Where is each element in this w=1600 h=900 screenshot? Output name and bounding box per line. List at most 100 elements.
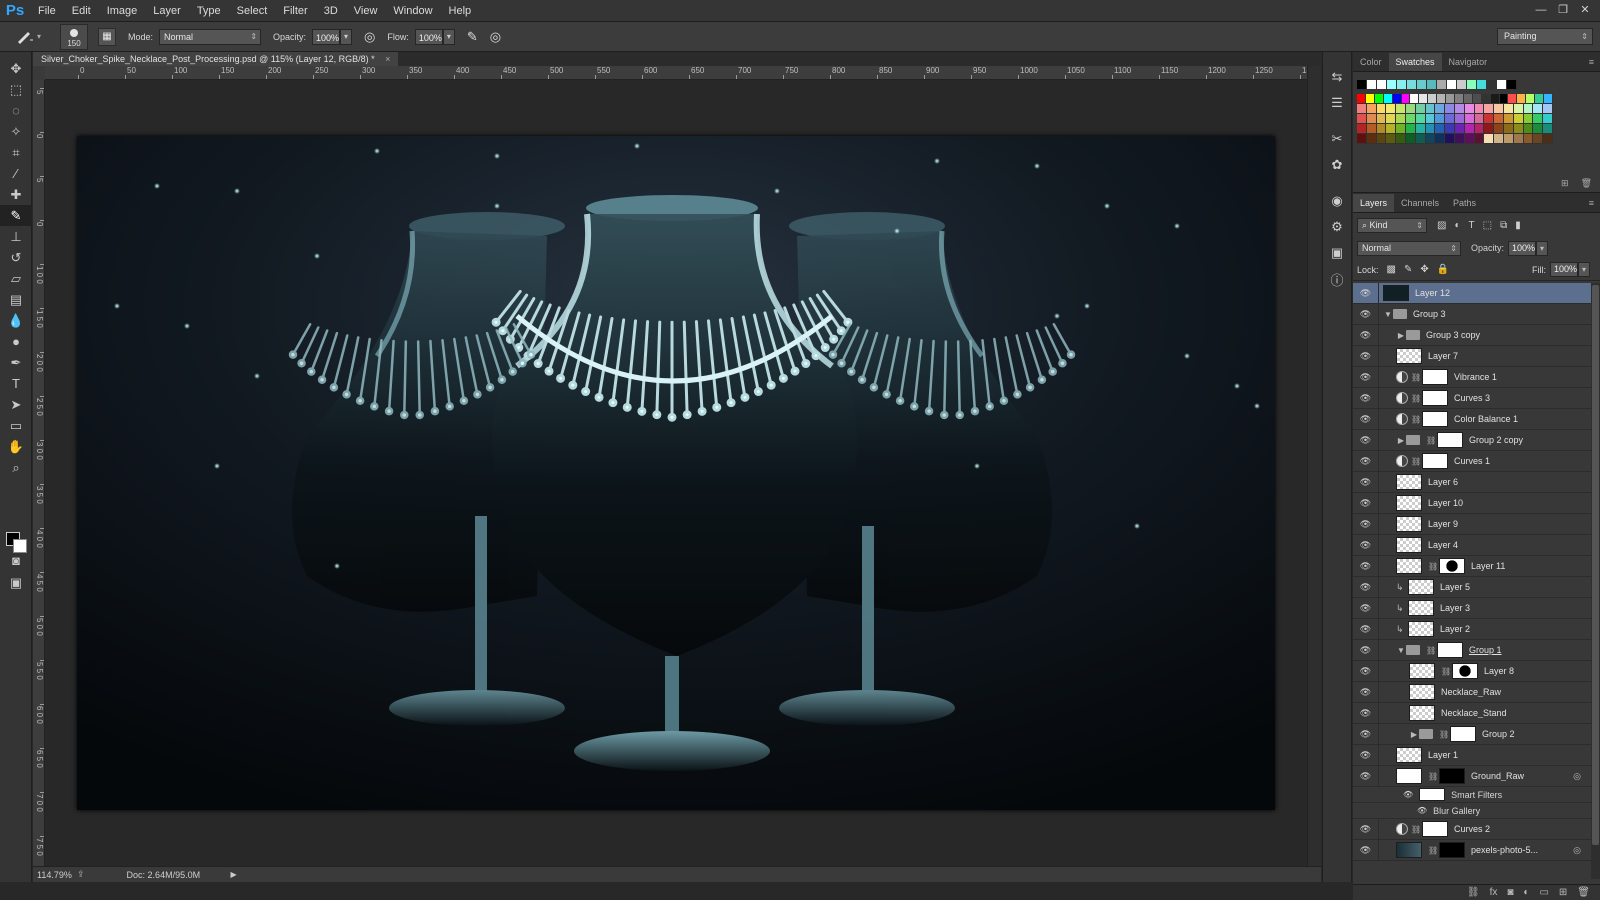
- layer-row[interactable]: 👁 ⛓ Layer 8: [1353, 660, 1591, 682]
- expand-arrow-icon[interactable]: ▶: [1396, 436, 1406, 445]
- layer-row[interactable]: 👁 ⛓ Curves 1: [1353, 450, 1591, 472]
- lock-all-icon[interactable]: 🔒: [1437, 264, 1449, 275]
- filter-pixel-icon[interactable]: ▨: [1437, 220, 1446, 231]
- menu-layer[interactable]: Layer: [145, 0, 189, 22]
- swatch[interactable]: [1543, 104, 1553, 114]
- swatch[interactable]: [1396, 114, 1406, 124]
- swatch[interactable]: [1533, 104, 1544, 114]
- swatch[interactable]: [1410, 94, 1420, 104]
- eyedropper-tool-icon[interactable]: ⁄: [0, 163, 32, 184]
- eye-icon[interactable]: 👁: [1417, 806, 1427, 815]
- layer-mask-thumbnail[interactable]: [1439, 768, 1465, 784]
- quick-mask-icon[interactable]: ◙: [0, 550, 32, 571]
- swatch[interactable]: [1533, 114, 1544, 124]
- swatch[interactable]: [1543, 134, 1553, 144]
- mask-link-icon[interactable]: ⛓: [1428, 772, 1438, 781]
- layer-mask-thumbnail[interactable]: [1437, 432, 1463, 448]
- filter-adjustment-icon[interactable]: ◐: [1454, 220, 1460, 231]
- brush-panel-toggle-icon[interactable]: ▦: [98, 27, 116, 46]
- visibility-toggle[interactable]: 👁: [1353, 576, 1379, 598]
- spot-healing-tool-icon[interactable]: ✚: [0, 184, 32, 205]
- expand-arrow-icon[interactable]: ▶: [1396, 331, 1406, 340]
- layers-scrollbar[interactable]: [1591, 283, 1600, 879]
- swatch[interactable]: [1357, 134, 1367, 144]
- swatch[interactable]: [1503, 114, 1514, 124]
- swatch[interactable]: [1445, 124, 1455, 134]
- layer-row[interactable]: 👁 Layer 4: [1353, 534, 1591, 556]
- mask-link-icon[interactable]: ⛓: [1411, 394, 1421, 403]
- horizontal-ruler[interactable]: 0 50 100 150 200 250 300 350 400 450 500 550 600 650 7…: [45, 66, 1307, 80]
- layer-thumbnail[interactable]: [1408, 579, 1434, 595]
- swatch[interactable]: [1457, 80, 1467, 90]
- menu-type[interactable]: Type: [189, 0, 229, 22]
- tab-channels[interactable]: Channels: [1394, 194, 1446, 212]
- collapse-arrow-icon[interactable]: ▼: [1396, 646, 1406, 655]
- swatch[interactable]: [1376, 104, 1387, 114]
- airbrush-icon[interactable]: ✎: [467, 29, 478, 45]
- blur-tool-icon[interactable]: 💧: [0, 310, 32, 331]
- crop-tool-icon[interactable]: ⌗: [0, 142, 32, 163]
- swatch[interactable]: [1386, 134, 1397, 144]
- swatch[interactable]: [1405, 134, 1416, 144]
- visibility-toggle[interactable]: 👁: [1353, 387, 1379, 409]
- document-image[interactable]: [77, 136, 1275, 810]
- swatch[interactable]: [1367, 80, 1377, 90]
- canvas-area[interactable]: [45, 80, 1307, 866]
- tab-layers[interactable]: Layers: [1353, 194, 1395, 212]
- layer-mask-thumbnail[interactable]: [1422, 390, 1448, 406]
- swatch[interactable]: [1427, 80, 1437, 90]
- layers-scrollbar-thumb[interactable]: [1592, 285, 1599, 845]
- layer-thumbnail[interactable]: [1408, 600, 1434, 616]
- swatch[interactable]: [1396, 134, 1406, 144]
- layer-mask-thumbnail[interactable]: [1422, 411, 1448, 427]
- swatch[interactable]: [1437, 94, 1447, 104]
- layer-row[interactable]: 👁 ▶ ⛓ Group 2: [1353, 723, 1591, 745]
- new-swatch-icon[interactable]: ⊞: [1561, 178, 1569, 189]
- eye-icon[interactable]: 👁: [1403, 790, 1413, 799]
- layer-thumbnail[interactable]: [1396, 516, 1422, 532]
- swatch[interactable]: [1503, 124, 1514, 134]
- menu-view[interactable]: View: [346, 0, 386, 22]
- add-mask-icon[interactable]: ◙: [1507, 887, 1513, 898]
- mask-link-icon[interactable]: ⛓: [1411, 415, 1421, 424]
- marquee-tool-icon[interactable]: ⬚: [0, 79, 32, 100]
- visibility-toggle[interactable]: 👁: [1353, 660, 1379, 682]
- layer-mask-thumbnail[interactable]: [1422, 453, 1448, 469]
- swatch[interactable]: [1357, 94, 1366, 104]
- minimize-button[interactable]: —: [1530, 0, 1552, 20]
- collapse-arrow-icon[interactable]: ▼: [1383, 310, 1393, 319]
- expand-arrow-icon[interactable]: ▶: [1409, 730, 1419, 739]
- gradient-tool-icon[interactable]: ▤: [0, 289, 32, 310]
- swatch[interactable]: [1454, 134, 1465, 144]
- swatch[interactable]: [1401, 94, 1411, 104]
- swatch[interactable]: [1397, 80, 1407, 90]
- swatch[interactable]: [1523, 134, 1534, 144]
- swatch[interactable]: [1437, 80, 1447, 90]
- visibility-toggle[interactable]: 👁: [1353, 639, 1379, 661]
- blend-mode-select[interactable]: Normal: [1357, 240, 1461, 256]
- swatch[interactable]: [1366, 134, 1377, 144]
- swatch[interactable]: [1523, 124, 1534, 134]
- visibility-toggle[interactable]: 👁: [1353, 765, 1379, 787]
- visibility-toggle[interactable]: 👁: [1353, 681, 1379, 703]
- swatch[interactable]: [1446, 94, 1455, 104]
- menu-select[interactable]: Select: [229, 0, 276, 22]
- mask-link-icon[interactable]: ⛓: [1426, 646, 1436, 655]
- layer-row[interactable]: 👁 ↳ Layer 5: [1353, 576, 1591, 598]
- swatch[interactable]: [1494, 114, 1504, 124]
- properties-panel-icon[interactable]: ☰: [1323, 92, 1351, 114]
- menu-filter[interactable]: Filter: [275, 0, 315, 22]
- swatch[interactable]: [1474, 124, 1485, 134]
- swatch[interactable]: [1477, 80, 1487, 90]
- lasso-tool-icon[interactable]: ◌: [0, 100, 32, 121]
- layer-row[interactable]: 👁 Necklace_Raw: [1353, 681, 1591, 703]
- layer-thumbnail[interactable]: [1396, 348, 1422, 364]
- swatch[interactable]: [1543, 114, 1553, 124]
- swatch[interactable]: [1374, 94, 1384, 104]
- screen-mode-icon[interactable]: ▣: [0, 572, 32, 593]
- ruler-origin[interactable]: [33, 66, 45, 80]
- layer-mask-thumbnail[interactable]: [1422, 369, 1448, 385]
- eraser-tool-icon[interactable]: ▱: [0, 268, 32, 289]
- visibility-toggle[interactable]: 👁: [1353, 492, 1379, 514]
- swatch[interactable]: [1490, 94, 1500, 104]
